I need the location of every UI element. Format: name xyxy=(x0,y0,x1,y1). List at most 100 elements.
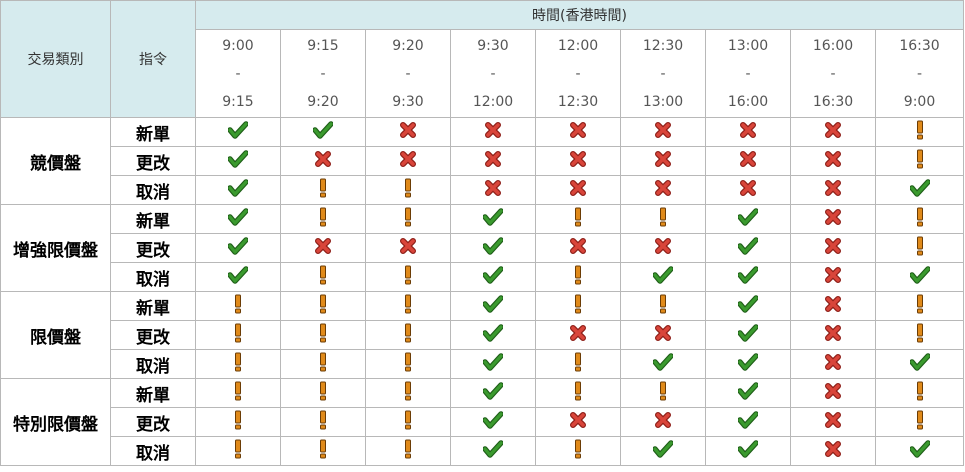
cross-icon xyxy=(484,179,502,201)
status-cell xyxy=(705,349,791,379)
cross-icon xyxy=(569,324,587,346)
cross-icon xyxy=(824,411,842,433)
exclamation-icon xyxy=(658,381,668,405)
status-cell xyxy=(195,175,281,205)
time-slot-sep: - xyxy=(745,65,751,82)
exclamation-icon xyxy=(915,207,925,231)
exclamation-icon xyxy=(915,410,925,434)
time-slot-start: 9:30 xyxy=(477,37,509,54)
status-cell xyxy=(874,233,965,263)
status-cell xyxy=(450,204,536,234)
status-cell xyxy=(790,407,876,437)
time-slot-end: 12:00 xyxy=(472,93,514,110)
status-cell xyxy=(874,436,965,466)
status-cell xyxy=(705,233,791,263)
order-category: 增強限價盤 xyxy=(0,204,111,292)
time-slot-header: 9:15 - 9:20 xyxy=(280,29,366,118)
check-icon xyxy=(737,237,759,259)
time-slot-sep: - xyxy=(235,65,241,82)
exclamation-icon xyxy=(403,381,413,405)
time-slot-start: 9:20 xyxy=(392,37,424,54)
status-cell xyxy=(280,175,366,205)
status-cell xyxy=(195,146,281,176)
check-icon xyxy=(227,208,249,230)
time-slot-start: 9:15 xyxy=(307,37,339,54)
status-cell xyxy=(790,378,876,408)
status-cell xyxy=(705,291,791,321)
time-slot-sep: - xyxy=(916,65,923,82)
status-cell xyxy=(620,146,706,176)
cross-icon xyxy=(484,150,502,172)
cross-icon xyxy=(824,440,842,462)
check-icon xyxy=(652,266,674,288)
status-cell xyxy=(195,117,281,147)
status-cell xyxy=(790,291,876,321)
status-cell xyxy=(790,320,876,350)
exclamation-icon xyxy=(233,439,243,463)
status-cell xyxy=(195,436,281,466)
status-cell xyxy=(280,262,366,292)
status-cell xyxy=(365,146,451,176)
cross-icon xyxy=(654,411,672,433)
check-icon xyxy=(482,208,504,230)
time-slot-header: 9:20 - 9:30 xyxy=(365,29,451,118)
cross-icon xyxy=(824,237,842,259)
check-icon xyxy=(312,121,334,143)
status-cell xyxy=(620,378,706,408)
check-icon xyxy=(227,121,249,143)
exclamation-icon xyxy=(403,294,413,318)
check-icon xyxy=(737,353,759,375)
status-cell xyxy=(450,117,536,147)
check-icon xyxy=(908,440,931,462)
status-cell xyxy=(874,378,965,408)
cross-icon xyxy=(824,208,842,230)
check-icon xyxy=(227,179,249,201)
status-cell xyxy=(705,378,791,408)
time-slot-start: 12:00 xyxy=(557,37,599,54)
status-cell xyxy=(790,146,876,176)
exclamation-icon xyxy=(318,294,328,318)
status-cell xyxy=(874,175,965,205)
exclamation-icon xyxy=(318,178,328,202)
status-cell xyxy=(280,320,366,350)
status-cell xyxy=(365,436,451,466)
status-cell xyxy=(790,262,876,292)
check-icon xyxy=(737,295,759,317)
status-cell xyxy=(365,378,451,408)
cross-icon xyxy=(824,266,842,288)
exclamation-icon xyxy=(233,410,243,434)
status-cell xyxy=(790,204,876,234)
exclamation-icon xyxy=(573,207,583,231)
status-cell xyxy=(195,204,281,234)
status-cell xyxy=(450,146,536,176)
time-slot-start: 12:30 xyxy=(642,37,684,54)
status-cell xyxy=(365,291,451,321)
table-row: 增強限價盤 新單 xyxy=(0,204,965,292)
table-row: 更改 xyxy=(1,320,965,350)
status-cell xyxy=(195,349,281,379)
status-cell xyxy=(790,233,876,263)
time-slot-start: 13:00 xyxy=(727,37,769,54)
status-cell xyxy=(620,436,706,466)
cross-icon xyxy=(824,353,842,375)
cross-icon xyxy=(824,382,842,404)
exclamation-icon xyxy=(573,265,583,289)
cross-icon xyxy=(654,150,672,172)
status-cell xyxy=(195,407,281,437)
check-icon xyxy=(482,324,504,346)
status-cell xyxy=(450,378,536,408)
exclamation-icon xyxy=(318,381,328,405)
status-cell xyxy=(450,262,536,292)
exclamation-icon xyxy=(658,207,668,231)
time-slot-end: 16:30 xyxy=(812,93,854,110)
exclamation-icon xyxy=(233,294,243,318)
time-slot-header: 16:30 - 9:00 xyxy=(874,29,965,118)
cross-icon xyxy=(824,150,842,172)
exclamation-icon xyxy=(233,381,243,405)
time-slot-sep: - xyxy=(830,65,836,82)
status-cell xyxy=(705,146,791,176)
time-slot-header: 12:00 - 12:30 xyxy=(535,29,621,118)
check-icon xyxy=(737,382,759,404)
cross-icon xyxy=(399,121,417,143)
check-icon xyxy=(482,440,504,462)
